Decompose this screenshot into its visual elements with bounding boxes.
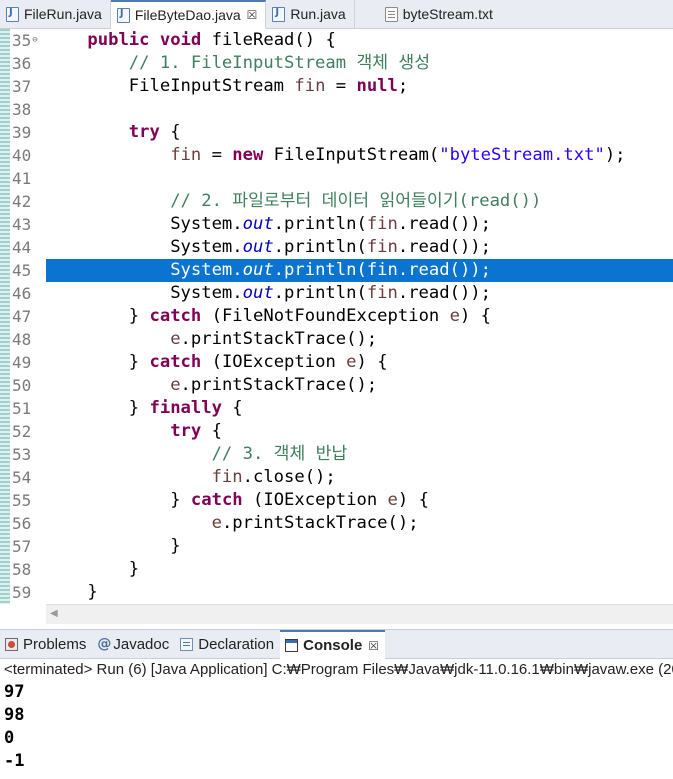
console-output-line: 97 <box>4 682 25 702</box>
close-icon[interactable]: ☒ <box>368 639 379 653</box>
line-number: 52 <box>12 422 32 441</box>
code-line[interactable]: // 3. 객체 반납 <box>46 443 673 466</box>
code-line[interactable]: e.printStackTrace(); <box>46 328 673 351</box>
console-output-line: 0 <box>4 728 15 748</box>
tab-label: FileByteDao.java <box>134 7 241 23</box>
line-number: 37 <box>12 77 32 96</box>
line-number: 47 <box>12 307 32 326</box>
console-output-line: 98 <box>4 705 25 725</box>
tab-label: Problems <box>23 636 87 653</box>
line-number-gutter: 35⊖ 36 37 38 39 40 41 42 43 44 45 46 47 … <box>12 29 46 604</box>
tab-javadoc[interactable]: @ Javadoc <box>92 630 175 659</box>
close-icon[interactable]: ☒ <box>247 8 258 22</box>
java-file-icon <box>272 6 286 22</box>
line-number: 56 <box>12 514 32 533</box>
java-file-icon <box>6 6 19 22</box>
code-line[interactable] <box>46 167 673 190</box>
code-line[interactable]: } catch (FileNotFoundException e) { <box>46 305 673 328</box>
line-number: 54 <box>12 468 32 487</box>
editor-tab-bar: FileRun.java FileByteDao.java ☒ Run.java… <box>0 0 673 29</box>
tab-label: Declaration <box>198 636 275 653</box>
line-number: 41 <box>12 169 32 188</box>
code-line[interactable]: } <box>46 558 673 581</box>
horizontal-scrollbar[interactable]: ◀ <box>46 604 673 624</box>
line-number: 39 <box>12 123 32 142</box>
code-line[interactable]: FileInputStream fin = null; <box>46 75 673 98</box>
code-line[interactable]: } <box>46 535 673 558</box>
line-number: 45 <box>12 261 32 280</box>
tab-problems[interactable]: Problems <box>0 630 92 659</box>
code-line[interactable]: } finally { <box>46 397 673 420</box>
code-line[interactable]: System.out.println(fin.read()); <box>46 236 673 259</box>
code-line[interactable]: System.out.println(fin.read()); <box>46 213 673 236</box>
fold-collapse-icon[interactable]: ⊖ <box>32 35 37 45</box>
overview-ruler <box>0 29 10 604</box>
java-file-icon <box>116 7 130 23</box>
line-number: 42 <box>12 192 32 211</box>
javadoc-icon: @ <box>97 636 112 652</box>
line-number: 38 <box>12 100 32 119</box>
code-line-selected[interactable]: System.out.println(fin.read()); <box>46 259 673 282</box>
line-number: 49 <box>12 353 32 372</box>
code-editor[interactable]: 35⊖ 36 37 38 39 40 41 42 43 44 45 46 47 … <box>0 29 673 624</box>
line-number: 53 <box>12 445 32 464</box>
console-status-line: <terminated> Run (6) [Java Application] … <box>0 659 673 681</box>
code-line[interactable]: } catch (IOException e) { <box>46 489 673 512</box>
code-line[interactable]: fin.close(); <box>46 466 673 489</box>
code-line[interactable]: e.printStackTrace(); <box>46 512 673 535</box>
line-number: 35⊖ <box>12 31 38 50</box>
view-tab-bar: Problems @ Javadoc Declaration Console ☒ <box>0 629 673 659</box>
tab-label: FileRun.java <box>24 6 102 22</box>
declaration-icon <box>180 638 194 651</box>
code-line[interactable]: try { <box>46 121 673 144</box>
text-file-icon <box>384 6 398 22</box>
code-line[interactable]: fin = new FileInputStream("byteStream.tx… <box>46 144 673 167</box>
code-line[interactable]: } catch (IOException e) { <box>46 351 673 374</box>
console-icon <box>285 639 299 652</box>
console-output[interactable]: 97 98 0 -1 <box>0 681 673 779</box>
tab-bytestream-txt[interactable]: byteStream.txt <box>355 0 501 28</box>
problems-icon <box>5 638 18 651</box>
tab-run-java[interactable]: Run.java <box>266 0 355 28</box>
code-line[interactable]: } <box>46 581 673 604</box>
line-number: 50 <box>12 376 32 395</box>
line-number: 46 <box>12 284 32 303</box>
tab-label: Javadoc <box>113 636 170 653</box>
line-number: 48 <box>12 330 32 349</box>
code-line[interactable]: public void fileRead() { <box>46 29 673 52</box>
tab-declaration[interactable]: Declaration <box>175 630 280 659</box>
line-number: 36 <box>12 54 32 73</box>
line-number: 51 <box>12 399 32 418</box>
scroll-left-icon[interactable]: ◀ <box>50 608 58 619</box>
tab-console[interactable]: Console ☒ <box>280 630 386 659</box>
console-output-line: -1 <box>4 751 25 771</box>
code-line[interactable] <box>46 98 673 121</box>
code-line[interactable]: // 1. FileInputStream 객체 생성 <box>46 52 673 75</box>
line-number: 44 <box>12 238 32 257</box>
code-line[interactable]: System.out.println(fin.read()); <box>46 282 673 305</box>
line-number: 59 <box>12 583 32 602</box>
line-number: 57 <box>12 537 32 556</box>
tab-filebytedao-java[interactable]: FileByteDao.java ☒ <box>110 0 267 29</box>
tab-label: Console <box>303 637 363 654</box>
code-line[interactable]: e.printStackTrace(); <box>46 374 673 397</box>
tab-label: byteStream.txt <box>402 6 493 22</box>
line-number: 55 <box>12 491 32 510</box>
tab-filerun-java[interactable]: FileRun.java <box>0 0 111 28</box>
tab-label: Run.java <box>290 6 346 22</box>
line-number: 43 <box>12 215 32 234</box>
line-number: 40 <box>12 146 32 165</box>
code-line[interactable]: try { <box>46 420 673 443</box>
code-line[interactable]: // 2. 파일로부터 데이터 읽어들이기(read()) <box>46 190 673 213</box>
line-number: 58 <box>12 560 32 579</box>
code-area[interactable]: public void fileRead() { // 1. FileInput… <box>46 29 673 604</box>
